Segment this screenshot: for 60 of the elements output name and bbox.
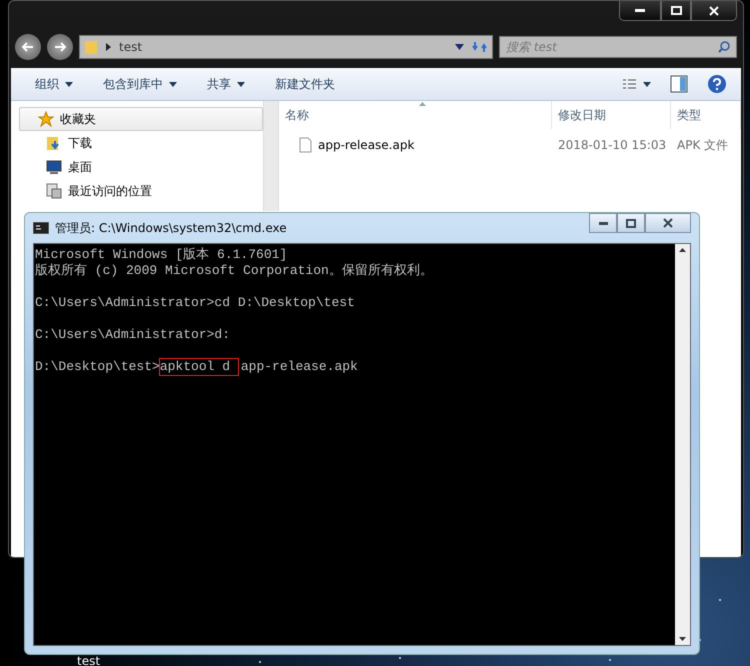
monitor-icon bbox=[46, 159, 62, 175]
minimize-icon bbox=[598, 222, 608, 224]
minimize-button[interactable] bbox=[619, 1, 661, 21]
close-icon bbox=[663, 218, 673, 228]
address-bar[interactable]: test bbox=[79, 35, 493, 59]
refresh-icon bbox=[472, 40, 488, 54]
view-list-icon[interactable] bbox=[623, 78, 651, 90]
highlighted-command: apktool d bbox=[160, 359, 238, 375]
recent-places-icon bbox=[46, 183, 62, 199]
scroll-up-icon bbox=[679, 248, 686, 252]
console-text: C:\Users\Administrator>d: bbox=[35, 327, 230, 343]
back-button[interactable] bbox=[15, 34, 41, 60]
window-title: 管理员: C:\Windows\system32\cmd.exe bbox=[55, 220, 287, 236]
maximize-button[interactable] bbox=[661, 1, 691, 21]
help-icon[interactable] bbox=[707, 74, 727, 94]
maximize-button[interactable] bbox=[617, 213, 645, 233]
file-name[interactable]: app-release.apk bbox=[279, 137, 552, 153]
modified-date: 2018-01-10 15:03 bbox=[557, 138, 668, 152]
console-scrollbar[interactable] bbox=[675, 244, 690, 645]
close-button[interactable] bbox=[645, 213, 691, 233]
console-text: C:\Users\Administrator>cd D:\Desktop\test bbox=[35, 295, 355, 311]
column-header[interactable]: 修改日期 bbox=[552, 101, 671, 129]
scroll-down-icon bbox=[679, 637, 686, 641]
console-text: app-release.apk bbox=[240, 359, 358, 375]
address-text: test bbox=[119, 40, 142, 54]
back-arrow-icon bbox=[22, 42, 34, 52]
desktop-icon-label: test bbox=[77, 654, 100, 666]
caret-icon bbox=[237, 82, 245, 86]
toolbar-button[interactable]: 包含到库中 bbox=[93, 72, 189, 96]
toolbar-button[interactable]: 组织 bbox=[25, 72, 85, 96]
sort-arrow-icon bbox=[419, 102, 426, 106]
console-text: 版权所有 (c) 2009 Microsoft Corporation。保留所有权利。 bbox=[35, 263, 433, 279]
file-icon bbox=[299, 137, 312, 153]
toolbar-button[interactable]: 新建文件夹 bbox=[265, 72, 347, 96]
nav-scrollbar[interactable] bbox=[262, 101, 279, 211]
minimize-icon bbox=[635, 9, 645, 12]
console-text: D:\Desktop\test> bbox=[35, 359, 160, 375]
nav-item[interactable]: 最近访问的位置 bbox=[19, 179, 262, 203]
console-icon bbox=[33, 222, 49, 234]
close-button[interactable] bbox=[691, 1, 737, 21]
caret-icon bbox=[65, 82, 73, 86]
dropdown-icon bbox=[455, 44, 464, 50]
forward-button[interactable] bbox=[47, 34, 73, 60]
nav-item[interactable]: 桌面 bbox=[19, 155, 262, 179]
chevron-icon bbox=[106, 43, 111, 51]
toolbar-button[interactable]: 共享 bbox=[197, 72, 257, 96]
nav-item[interactable]: 收藏夹 bbox=[19, 107, 262, 131]
console-text: Microsoft Windows [版本 6.1.7601] bbox=[35, 247, 288, 263]
folder-icon bbox=[84, 39, 98, 55]
close-icon bbox=[709, 6, 719, 16]
minimize-button[interactable] bbox=[589, 213, 617, 233]
column-header[interactable]: 类型 bbox=[671, 101, 741, 129]
forward-arrow-icon bbox=[54, 42, 66, 52]
search-icon bbox=[718, 41, 730, 53]
nav-item[interactable]: 下载 bbox=[19, 131, 262, 155]
star-icon bbox=[38, 111, 54, 127]
maximize-icon bbox=[670, 6, 682, 15]
caret-icon bbox=[169, 82, 177, 86]
restore-icon bbox=[626, 218, 636, 228]
file-type: APK 文件 bbox=[676, 136, 730, 154]
